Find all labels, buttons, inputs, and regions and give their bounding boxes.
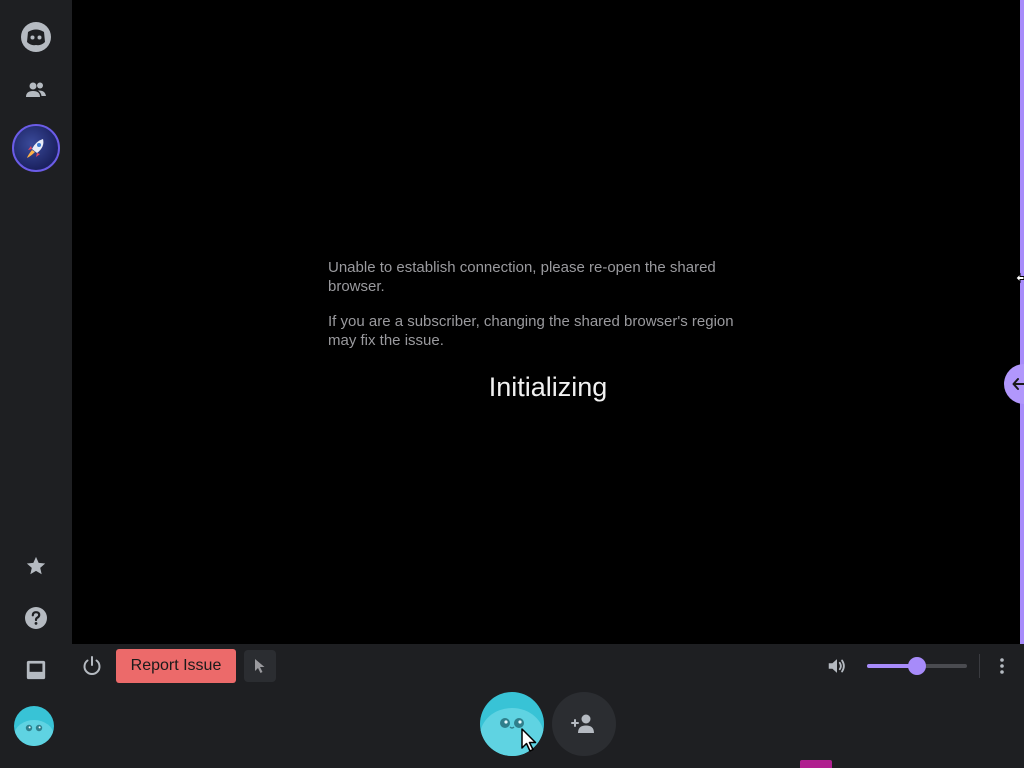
sidebar (0, 0, 72, 768)
resize-cursor-icon (1014, 270, 1024, 291)
invite-user-button[interactable] (552, 692, 616, 756)
pointer-tool-button[interactable] (244, 650, 276, 682)
divider (979, 654, 980, 678)
panel-edge (1020, 0, 1024, 644)
volume-slider-handle[interactable] (908, 657, 926, 675)
volume-icon[interactable] (826, 655, 848, 682)
volume-slider[interactable] (867, 657, 967, 675)
arrow-left-icon (1012, 378, 1024, 390)
mouse-cursor-icon (520, 728, 538, 759)
star-icon[interactable] (12, 542, 60, 590)
participants-row (72, 688, 1024, 768)
control-bar: Report Issue (72, 644, 1024, 688)
rocket-icon (27, 139, 44, 158)
error-hint: If you are a subscriber, changing the sh… (328, 313, 734, 349)
power-icon[interactable] (80, 654, 104, 678)
inbox-icon[interactable] (12, 646, 60, 694)
status-title: Initializing (488, 372, 608, 402)
app-launcher-avatar[interactable] (12, 124, 60, 172)
app-window: Unable to establish connection, please r… (0, 0, 1024, 768)
user-avatar[interactable] (14, 706, 54, 746)
help-icon[interactable] (12, 594, 60, 642)
more-options-icon[interactable] (990, 654, 1014, 678)
report-issue-button[interactable]: Report Issue (116, 649, 236, 683)
cursor-icon (255, 659, 265, 673)
connection-error-message: Unable to establish connection, please r… (328, 258, 758, 366)
add-person-icon (571, 714, 594, 733)
taskbar-thumbnail (800, 760, 832, 768)
friends-icon[interactable] (12, 66, 60, 114)
error-text: Unable to establish connection, please r… (328, 259, 716, 295)
discord-logo-icon[interactable] (12, 13, 60, 61)
